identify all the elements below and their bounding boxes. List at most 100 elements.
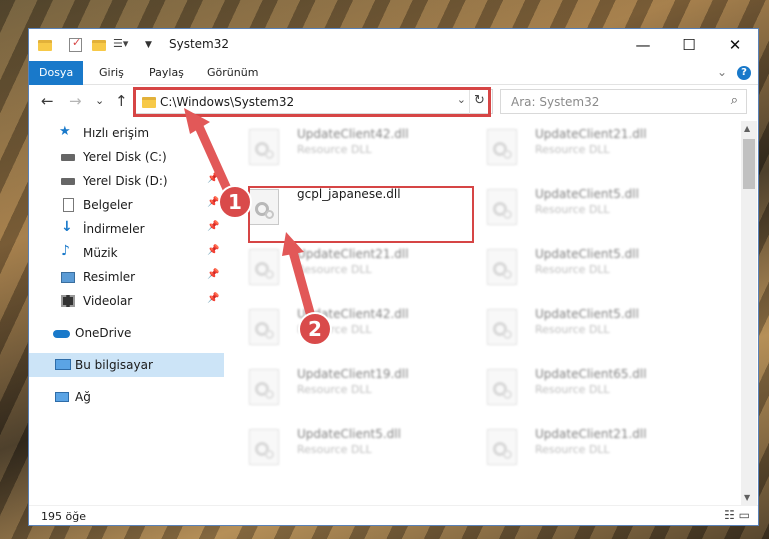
customize-toolbar-icon[interactable]: ☰▾ [113,37,129,53]
dll-file-icon [249,429,279,465]
file-type: Resource DLL [535,263,610,276]
list-item[interactable]: UpdateClient5.dll Resource DLL [477,241,707,291]
file-name: UpdateClient21.dll [535,127,647,141]
list-item[interactable]: UpdateClient5.dll Resource DLL [477,181,707,231]
step-2-badge: 2 [298,312,332,346]
tab-share[interactable]: Paylaş [139,61,194,85]
list-item[interactable]: UpdateClient21.dll Resource DLL [239,241,469,291]
sidebar-item-label: Belgeler [83,198,133,212]
list-item[interactable]: UpdateClient21.dll Resource DLL [477,121,707,171]
address-highlight-box [133,87,491,117]
close-button[interactable]: ✕ [712,29,758,61]
file-name: UpdateClient19.dll [297,367,409,381]
list-item[interactable]: UpdateClient5.dll Resource DLL [239,421,469,471]
pin-icon[interactable]: 📌 [207,293,219,304]
forward-button[interactable]: → [69,93,82,109]
properties-icon[interactable]: ✓ [69,36,82,52]
drive-icon [61,154,75,161]
scrollbar-thumb[interactable] [743,139,755,189]
tab-file[interactable]: Dosya [29,61,84,85]
dll-file-icon [487,249,517,285]
sidebar-item-local-disk-d[interactable]: Yerel Disk (D:) 📌 [29,169,224,193]
dll-file-icon [487,129,517,165]
sidebar-item-quick-access[interactable]: ★ Hızlı erişim [29,121,224,145]
file-name: UpdateClient21.dll [297,247,409,261]
computer-icon [55,359,71,370]
list-item[interactable]: UpdateClient42.dll Resource DLL [239,121,469,171]
vertical-scrollbar[interactable]: ▲ ▼ [741,121,757,505]
dll-file-icon [487,369,517,405]
sidebar-item-music[interactable]: ♪ Müzik 📌 [29,241,224,265]
file-type: Resource DLL [297,143,372,156]
list-item[interactable]: UpdateClient65.dll Resource DLL [477,361,707,411]
step-1-badge: 1 [218,185,252,219]
scroll-up-icon[interactable]: ▲ [744,124,750,133]
download-icon: ↓ [61,219,73,235]
scroll-down-icon[interactable]: ▼ [744,493,750,502]
tab-view[interactable]: Görünüm [197,61,268,85]
dll-file-icon [487,429,517,465]
window-title: System32 [169,37,230,51]
file-type: Resource DLL [297,383,372,396]
sidebar-item-videos[interactable]: Videolar 📌 [29,289,224,313]
sidebar-item-onedrive[interactable]: OneDrive [29,321,224,345]
help-icon[interactable]: ? [737,66,751,80]
sidebar-item-label: Bu bilgisayar [75,358,153,372]
dll-file-icon [487,309,517,345]
new-folder-icon[interactable] [91,37,107,53]
sidebar-item-label: Videolar [83,294,133,308]
up-button[interactable]: ↑ [115,93,128,109]
sidebar-item-label: Müzik [83,246,118,260]
list-item[interactable]: UpdateClient5.dll Resource DLL [477,301,707,351]
file-name: UpdateClient21.dll [535,427,647,441]
sidebar-item-local-disk-c[interactable]: Yerel Disk (C:) [29,145,224,169]
star-icon: ★ [59,124,71,139]
sidebar-item-network[interactable]: Ağ [29,385,224,409]
list-item[interactable]: UpdateClient42.dll Resource DLL [239,301,469,351]
list-item[interactable]: UpdateClient21.dll Resource DLL [477,421,707,471]
status-bar: 195 öğe ☷ ▭ [29,505,758,525]
pin-icon[interactable]: 📌 [207,269,219,280]
sidebar-item-this-pc[interactable]: Bu bilgisayar [29,353,224,377]
pin-icon[interactable]: 📌 [207,245,219,256]
sidebar-item-label: Ağ [75,390,91,404]
dll-file-icon [249,309,279,345]
recent-locations-button[interactable]: ⌄ [95,93,104,109]
cloud-icon [53,330,70,338]
back-button[interactable]: ← [41,93,54,109]
explorer-window: ✓ ☰▾ ▼ System32 — ☐ ✕ Dosya Giriş Paylaş… [28,28,759,526]
music-icon: ♪ [61,243,70,259]
sidebar-item-pictures[interactable]: Resimler 📌 [29,265,224,289]
file-type: Resource DLL [535,383,610,396]
sidebar-item-documents[interactable]: Belgeler 📌 [29,193,224,217]
file-highlight-box [248,186,474,243]
list-item[interactable]: UpdateClient19.dll Resource DLL [239,361,469,411]
search-placeholder: Ara: System32 [511,95,600,109]
drive-icon [61,178,75,185]
sidebar-item-label: Hızlı erişim [83,126,150,140]
dll-file-icon [487,189,517,225]
search-icon[interactable]: ⌕ [731,93,738,108]
pin-icon[interactable]: 📌 [207,173,219,184]
sidebar-item-label: OneDrive [75,326,132,340]
file-name: UpdateClient5.dll [535,187,639,201]
file-name: UpdateClient65.dll [535,367,647,381]
ribbon: Dosya Giriş Paylaş Görünüm ⌄ ? [29,61,758,85]
minimize-button[interactable]: — [620,29,666,61]
view-toggle-icons[interactable]: ☷ ▭ [724,508,750,522]
sidebar-item-label: Yerel Disk (D:) [83,174,168,188]
ribbon-expand-icon[interactable]: ⌄ [717,65,727,79]
tab-home[interactable]: Giriş [89,61,134,85]
file-name: UpdateClient42.dll [297,127,409,141]
maximize-button[interactable]: ☐ [666,29,712,61]
network-icon [55,392,69,402]
dll-file-icon [249,369,279,405]
quick-access-dropdown-icon[interactable]: ▼ [145,40,161,56]
sidebar-item-downloads[interactable]: ↓ İndirmeler 📌 [29,217,224,241]
search-box[interactable]: Ara: System32 ⌕ [500,89,747,114]
file-name: UpdateClient5.dll [535,307,639,321]
pin-icon[interactable]: 📌 [207,221,219,232]
file-name: UpdateClient5.dll [297,427,401,441]
pictures-icon [61,272,75,283]
documents-icon [63,198,74,212]
